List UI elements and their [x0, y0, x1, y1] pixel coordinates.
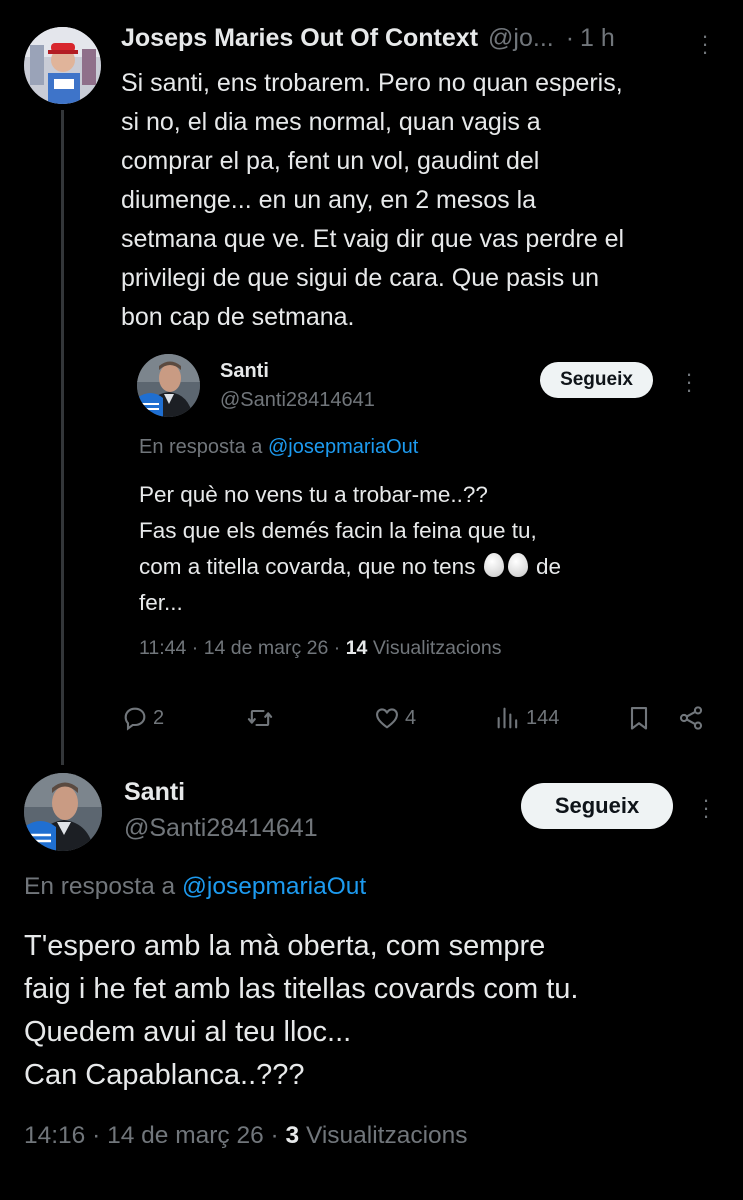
- tweet-time[interactable]: 14:16: [24, 1122, 85, 1149]
- tweet-time[interactable]: 1 h: [580, 24, 615, 53]
- reply-prefix: En resposta a: [24, 873, 176, 900]
- like-button[interactable]: 4: [373, 702, 416, 734]
- tweet-text-segment: de: [535, 554, 562, 579]
- share-button[interactable]: [677, 702, 705, 734]
- bar-chart-icon: [497, 707, 518, 729]
- avatar[interactable]: [24, 27, 101, 104]
- reply-count: 2: [153, 706, 165, 729]
- tweet-time[interactable]: 11:44: [139, 637, 186, 659]
- separator-dot: ·: [191, 637, 204, 659]
- heart-icon: [376, 708, 398, 729]
- tweet-text-line: Per què no vens tu a trobar-me..??: [139, 482, 488, 507]
- avatar-image: [24, 27, 101, 104]
- tweet-text-line: Can Capablanca..???: [24, 1059, 305, 1091]
- views-label: Visualitzacions: [372, 637, 502, 659]
- bookmark-icon: [630, 707, 648, 730]
- tweet-text: Si santi, ens trobarem. Pero no quan esp…: [121, 64, 721, 337]
- tweet-text: T'espero amb la mà oberta, com sempre fa…: [24, 925, 729, 1097]
- tweet-date[interactable]: 14 de març 26: [107, 1122, 264, 1149]
- tweet-text-line: bon cap de setmana.: [121, 303, 355, 331]
- views-count: 3: [285, 1122, 300, 1149]
- more-options-icon[interactable]: · · ·: [684, 363, 694, 401]
- author-handle[interactable]: @jo...: [488, 24, 554, 53]
- author-name[interactable]: Joseps Maries Out Of Context: [121, 24, 478, 53]
- tweet-text-line: faig i he fet amb las titellas covards c…: [24, 973, 579, 1005]
- tweet-text-line: com a titella covarda, que no tens de: [139, 549, 699, 585]
- reply-context: En resposta a @josepmariaOut: [139, 436, 418, 459]
- retweet-icon: [247, 709, 273, 727]
- tweet-text-segment: com a titella covarda, que no tens: [139, 554, 476, 579]
- comment-bubble-icon: [124, 707, 146, 731]
- views-button[interactable]: 144: [494, 702, 559, 734]
- thread-connector-line: [61, 110, 64, 765]
- share-icon: [679, 706, 703, 730]
- follow-button[interactable]: Segueix: [521, 783, 673, 829]
- tweet-text-line: fer...: [139, 590, 183, 615]
- separator-dot: ·: [270, 1122, 286, 1149]
- author-handle[interactable]: @Santi28414641: [124, 814, 318, 843]
- bookmark-button[interactable]: [625, 702, 653, 734]
- tweet-text-line: si no, el dia mes normal, quan vagis a: [121, 108, 541, 136]
- avatar-image: [24, 773, 102, 851]
- tweet-meta: 11:44 · 14 de març 26 · 14 Visualitzacio…: [139, 637, 501, 660]
- separator-dot: ·: [565, 24, 575, 52]
- tweet-date[interactable]: 14 de març 26: [204, 637, 329, 659]
- egg-emoji-icon: [483, 553, 504, 577]
- author-handle[interactable]: @Santi28414641: [220, 389, 375, 412]
- reply-prefix: En resposta a: [139, 436, 263, 458]
- views-label: Visualitzacions: [305, 1122, 468, 1149]
- tweet-text-line: comprar el pa, fent un vol, gaudint del: [121, 147, 540, 175]
- author-name[interactable]: Santi: [220, 360, 269, 383]
- more-options-icon[interactable]: · · ·: [700, 25, 710, 63]
- tweet-text-line: setmana que ve. Et vaig dir que vas perd…: [121, 225, 625, 253]
- tweet-meta: 14:16 · 14 de març 26 · 3 Visualitzacion…: [24, 1122, 468, 1150]
- tweet-text: Per què no vens tu a trobar-me..?? Fas q…: [139, 477, 699, 621]
- views-count: 144: [526, 706, 560, 729]
- avatar[interactable]: [24, 773, 102, 851]
- reply-mention-link[interactable]: @josepmariaOut: [182, 873, 366, 900]
- separator-dot: ·: [333, 637, 346, 659]
- egg-emoji-icon: [507, 553, 528, 577]
- tweet-text-line: Quedem avui al teu lloc...: [24, 1016, 352, 1048]
- tweet-text-line: Fas que els demés facin la feina que tu,: [139, 518, 537, 543]
- like-count: 4: [405, 706, 417, 729]
- views-count: 14: [345, 637, 368, 659]
- reply-context: En resposta a @josepmariaOut: [24, 873, 366, 901]
- author-name[interactable]: Santi: [124, 778, 185, 807]
- tweet-text-line: T'espero amb la mà oberta, com sempre: [24, 930, 546, 962]
- avatar-image: [137, 354, 200, 417]
- reply-mention-link[interactable]: @josepmariaOut: [268, 436, 418, 458]
- tweet-header: Joseps Maries Out Of Context @jo... · 1 …: [121, 24, 615, 53]
- tweet-text-line: diumenge... en un any, en 2 mesos la: [121, 186, 537, 214]
- tweet-text-line: Si santi, ens trobarem. Pero no quan esp…: [121, 69, 623, 97]
- retweet-button[interactable]: [246, 702, 278, 734]
- avatar[interactable]: [137, 354, 200, 417]
- separator-dot: ·: [92, 1122, 108, 1149]
- tweet-text-line: privilegi de que sigui de cara. Que pasi…: [121, 264, 600, 292]
- reply-button[interactable]: 2: [121, 702, 164, 734]
- follow-button[interactable]: Segueix: [540, 362, 653, 398]
- more-options-icon[interactable]: · · ·: [701, 789, 711, 827]
